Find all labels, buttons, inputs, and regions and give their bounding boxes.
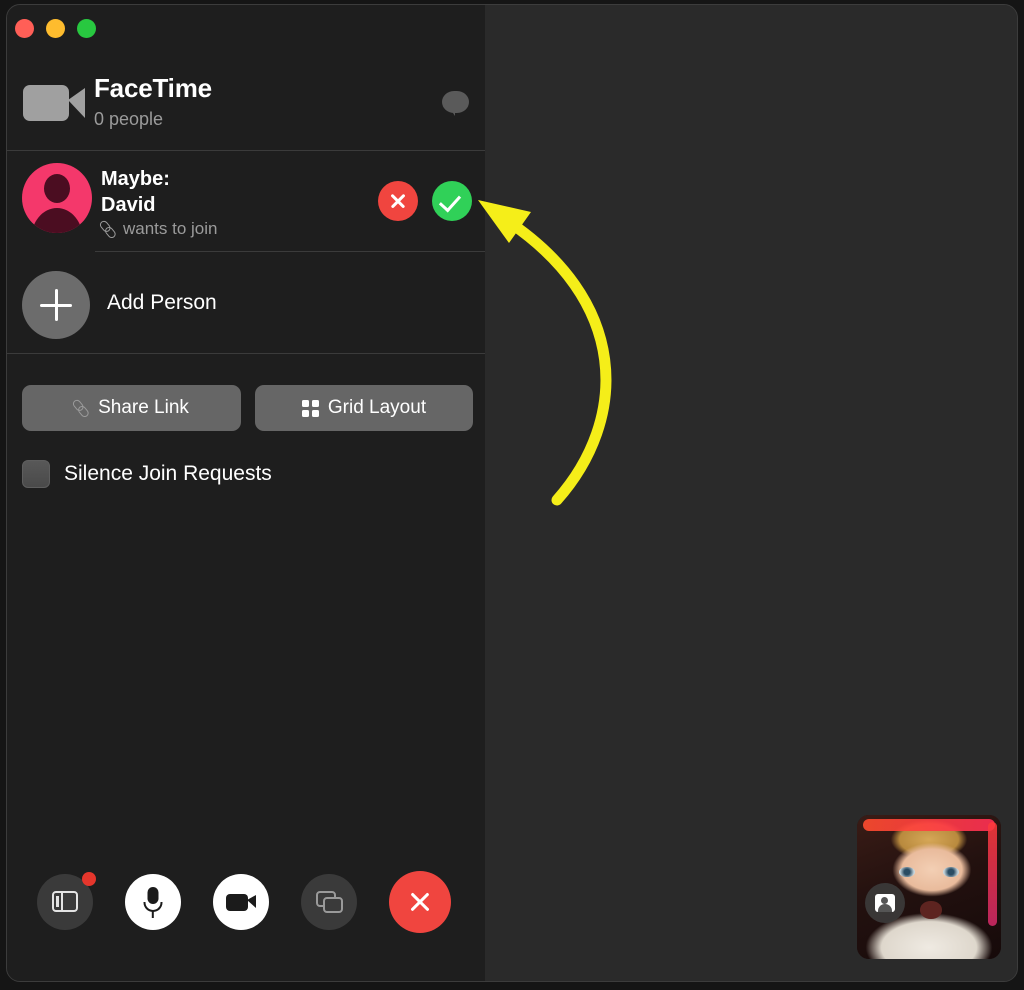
chat-bubble-icon[interactable] xyxy=(439,91,471,117)
window-maximize-button[interactable] xyxy=(77,19,96,38)
video-toggle-button[interactable] xyxy=(213,874,269,930)
sidebar-actions: Share Link Grid Layout xyxy=(22,385,473,431)
silence-join-requests-row[interactable]: Silence Join Requests xyxy=(22,460,272,488)
sidebar-icon xyxy=(52,891,78,912)
grid-layout-button[interactable]: Grid Layout xyxy=(255,385,473,431)
facetime-header: FaceTime 0 people xyxy=(7,63,485,145)
grid-icon xyxy=(301,399,319,417)
participant-count: 0 people xyxy=(94,109,164,129)
notification-badge xyxy=(82,872,96,886)
window-close-button[interactable] xyxy=(15,19,34,38)
join-request-name-line1: Maybe: xyxy=(101,168,170,190)
silence-join-requests-label: Silence Join Requests xyxy=(64,462,272,485)
share-link-label: Share Link xyxy=(98,397,189,418)
checkmark-icon xyxy=(438,189,462,213)
portrait-card-icon[interactable] xyxy=(865,883,905,923)
join-request-name-line2: David xyxy=(101,194,156,216)
microphone-button[interactable] xyxy=(125,874,181,930)
screenshot-root: FaceTime 0 people Maybe: David wants to … xyxy=(0,0,1024,990)
share-link-button[interactable]: Share Link xyxy=(22,385,241,431)
call-title: FaceTime xyxy=(94,73,212,103)
join-request-status: wants to join xyxy=(101,219,218,239)
traffic-lights xyxy=(15,19,96,38)
link-icon xyxy=(98,218,119,239)
window-minimize-button[interactable] xyxy=(46,19,65,38)
facetime-window: FaceTime 0 people Maybe: David wants to … xyxy=(6,4,1018,982)
participants-sidebar: FaceTime 0 people Maybe: David wants to … xyxy=(7,5,485,981)
person-avatar-icon xyxy=(22,163,92,233)
decline-join-request-button[interactable] xyxy=(378,181,418,221)
divider xyxy=(7,353,485,354)
share-screen-button[interactable] xyxy=(301,874,357,930)
add-person-label: Add Person xyxy=(107,291,217,314)
join-request-status-text: wants to join xyxy=(123,219,218,238)
call-controls-toolbar xyxy=(37,871,451,933)
plus-icon xyxy=(22,271,90,339)
grid-layout-label: Grid Layout xyxy=(327,397,427,418)
video-camera-icon xyxy=(23,81,89,125)
silence-join-requests-checkbox[interactable] xyxy=(22,460,50,488)
add-person-row[interactable]: Add Person xyxy=(7,255,485,353)
link-icon xyxy=(71,397,92,418)
sidebar-toggle-button[interactable] xyxy=(37,872,96,930)
self-view-thumbnail[interactable] xyxy=(857,815,1001,959)
join-request-row: Maybe: David wants to join xyxy=(7,151,485,251)
end-call-button[interactable] xyxy=(389,871,451,933)
video-camera-icon xyxy=(226,894,256,911)
screen-share-icon xyxy=(316,891,344,913)
join-request-name: Maybe: David xyxy=(101,166,281,218)
divider xyxy=(95,251,485,252)
accept-join-request-button[interactable] xyxy=(432,181,472,221)
